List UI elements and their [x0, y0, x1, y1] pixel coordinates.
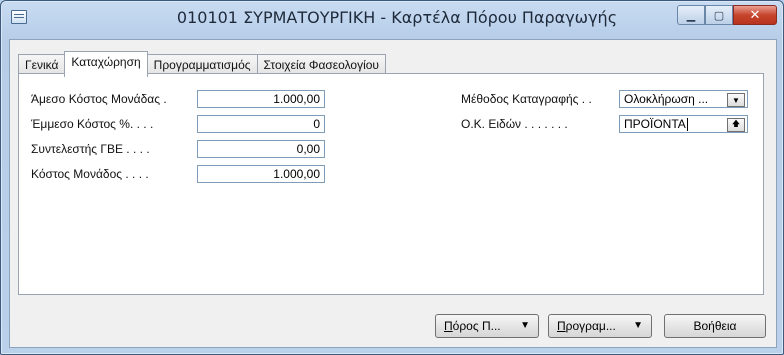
text-cursor [686, 118, 688, 132]
indirect-cost-field[interactable]: 0 [197, 115, 325, 133]
window: 010101 ΣΥΡΜΑΤΟΥΡΓΙΚΗ - Καρτέλα Πόρου Παρ… [0, 0, 784, 355]
recording-method-label: Μέθοδος Καταγραφής . . [461, 92, 592, 106]
dropdown-arrow-icon[interactable]: ▼ [727, 93, 745, 107]
direct-unit-cost-label: Άμεσο Κόστος Μονάδας . [31, 92, 167, 106]
client-area: Γενικά Καταχώρηση Προγραμματισμός Στοιχε… [9, 39, 777, 348]
minimize-button[interactable]: ▁ [677, 5, 705, 25]
direct-unit-cost-field[interactable]: 1.000,00 [197, 90, 325, 108]
unit-cost-label: Κόστος Μονάδος . . . . [31, 167, 149, 181]
tab-registration[interactable]: Καταχώρηση [64, 51, 148, 77]
resource-menu-button[interactable]: Πόρος Π... ▼ [435, 314, 539, 338]
recording-method-select[interactable]: Ολοκλήρωση ... ▼ [619, 90, 748, 108]
title-bar[interactable]: 010101 ΣΥΡΜΑΤΟΥΡΓΙΚΗ - Καρτέλα Πόρου Παρ… [1, 1, 783, 33]
overhead-rate-label: Συντελεστής ΓΒΕ . . . . [31, 142, 150, 156]
resource-menu-label: όρος Π... [452, 319, 501, 333]
window-controls: ▁ ▢ ✕ [677, 5, 777, 25]
indirect-cost-label: Έμμεσο Κόστος %. . . . [31, 117, 154, 131]
tab-panel: Άμεσο Κόστος Μονάδας . 1.000,00 Έμμεσο Κ… [18, 73, 764, 295]
lookup-arrow-icon[interactable]: 🡅 [727, 118, 745, 132]
window-title: 010101 ΣΥΡΜΑΤΟΥΡΓΙΚΗ - Καρτέλα Πόρου Παρ… [176, 8, 618, 27]
item-group-label: Ο.Κ. Ειδών . . . . . . . [461, 117, 568, 131]
unit-cost-field[interactable]: 1.000,00 [197, 165, 325, 183]
item-group-field[interactable]: ΠΡΟΪΟΝΤΑ 🡅 [619, 115, 748, 133]
close-button[interactable]: ✕ [733, 5, 777, 25]
planning-menu-label: ρογραμ... [565, 319, 616, 333]
maximize-button[interactable]: ▢ [705, 5, 733, 25]
recording-method-value: Ολοκλήρωση ... [624, 92, 709, 106]
planning-menu-mnemonic: Π [557, 319, 566, 333]
item-group-value: ΠΡΟΪΟΝΤΑ [624, 117, 686, 131]
overhead-rate-field[interactable]: 0,00 [197, 140, 325, 158]
resource-menu-mnemonic: Π [444, 319, 453, 333]
help-button[interactable]: Βοήθεια [664, 314, 766, 338]
resource-menu-arrow-icon: ▼ [520, 320, 530, 331]
planning-menu-button[interactable]: Προγραμ... ▼ [548, 314, 652, 338]
planning-menu-arrow-icon: ▼ [633, 320, 643, 331]
